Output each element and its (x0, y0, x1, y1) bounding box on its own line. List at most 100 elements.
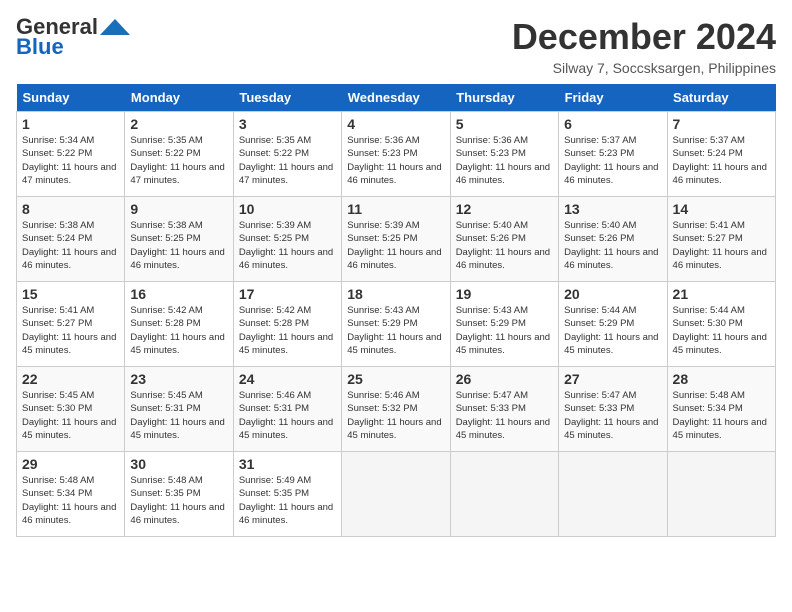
logo-blue: Blue (16, 36, 64, 58)
day-number: 6 (564, 116, 661, 132)
day-info: Sunrise: 5:48 AMSunset: 5:35 PMDaylight:… (130, 474, 227, 527)
calendar-cell: 15Sunrise: 5:41 AMSunset: 5:27 PMDayligh… (17, 282, 125, 367)
page-header: General Blue December 2024 Silway 7, Soc… (16, 16, 776, 76)
calendar-cell (667, 452, 775, 537)
calendar-cell: 19 Sunrise: 5:43 AMSunset: 5:29 PMDayligh… (450, 282, 558, 367)
calendar-cell: 11 Sunrise: 5:39 AMSunset: 5:25 PMDayligh… (342, 197, 450, 282)
day-number: 14 (673, 201, 770, 217)
day-info: Sunrise: 5:39 AMSunset: 5:25 PMDaylight:… (239, 219, 336, 272)
weekday-header-sunday: Sunday (17, 84, 125, 112)
logo: General Blue (16, 16, 130, 58)
logo-icon (100, 17, 130, 37)
day-number: 31 (239, 456, 336, 472)
calendar-cell: 28Sunrise: 5:48 AMSunset: 5:34 PMDayligh… (667, 367, 775, 452)
day-info: Sunrise: 5:48 AMSunset: 5:34 PMDaylight:… (22, 474, 119, 527)
month-title: December 2024 (512, 16, 776, 58)
calendar-cell (559, 452, 667, 537)
title-area: December 2024 Silway 7, Soccsksargen, Ph… (512, 16, 776, 76)
calendar-cell: 7 Sunrise: 5:37 AMSunset: 5:24 PMDaylight… (667, 112, 775, 197)
day-info: Sunrise: 5:38 AMSunset: 5:25 PMDaylight:… (130, 219, 227, 272)
day-info: Sunrise: 5:49 AMSunset: 5:35 PMDaylight:… (239, 474, 336, 527)
day-number: 2 (130, 116, 227, 132)
day-info: Sunrise: 5:36 AMSunset: 5:23 PMDaylight:… (456, 134, 553, 187)
calendar-cell: 16Sunrise: 5:42 AMSunset: 5:28 PMDayligh… (125, 282, 233, 367)
calendar-cell: 12 Sunrise: 5:40 AMSunset: 5:26 PMDayligh… (450, 197, 558, 282)
calendar-cell: 10 Sunrise: 5:39 AMSunset: 5:25 PMDayligh… (233, 197, 341, 282)
calendar-cell: 27 Sunrise: 5:47 AMSunset: 5:33 PMDayligh… (559, 367, 667, 452)
day-number: 22 (22, 371, 119, 387)
day-number: 3 (239, 116, 336, 132)
calendar-cell: 4 Sunrise: 5:36 AMSunset: 5:23 PMDaylight… (342, 112, 450, 197)
calendar-cell (450, 452, 558, 537)
day-number: 19 (456, 286, 553, 302)
day-info: Sunrise: 5:42 AMSunset: 5:28 PMDaylight:… (239, 304, 336, 357)
day-number: 20 (564, 286, 661, 302)
weekday-header-friday: Friday (559, 84, 667, 112)
calendar-cell (342, 452, 450, 537)
calendar-week-row: 15Sunrise: 5:41 AMSunset: 5:27 PMDayligh… (17, 282, 776, 367)
calendar-cell: 6 Sunrise: 5:37 AMSunset: 5:23 PMDaylight… (559, 112, 667, 197)
day-number: 8 (22, 201, 119, 217)
location: Silway 7, Soccsksargen, Philippines (512, 60, 776, 76)
calendar-cell: 31 Sunrise: 5:49 AMSunset: 5:35 PMDayligh… (233, 452, 341, 537)
calendar-table: SundayMondayTuesdayWednesdayThursdayFrid… (16, 84, 776, 537)
day-number: 18 (347, 286, 444, 302)
day-info: Sunrise: 5:45 AMSunset: 5:30 PMDaylight:… (22, 389, 119, 442)
day-number: 17 (239, 286, 336, 302)
day-number: 4 (347, 116, 444, 132)
calendar-cell: 24 Sunrise: 5:46 AMSunset: 5:31 PMDayligh… (233, 367, 341, 452)
calendar-cell: 26 Sunrise: 5:47 AMSunset: 5:33 PMDayligh… (450, 367, 558, 452)
day-info: Sunrise: 5:34 AMSunset: 5:22 PMDaylight:… (22, 134, 119, 187)
calendar-week-row: 1Sunrise: 5:34 AMSunset: 5:22 PMDaylight… (17, 112, 776, 197)
calendar-cell: 20Sunrise: 5:44 AMSunset: 5:29 PMDayligh… (559, 282, 667, 367)
day-number: 28 (673, 371, 770, 387)
weekday-header-wednesday: Wednesday (342, 84, 450, 112)
calendar-week-row: 22 Sunrise: 5:45 AMSunset: 5:30 PMDayligh… (17, 367, 776, 452)
calendar-cell: 30 Sunrise: 5:48 AMSunset: 5:35 PMDayligh… (125, 452, 233, 537)
day-info: Sunrise: 5:40 AMSunset: 5:26 PMDaylight:… (456, 219, 553, 272)
calendar-cell: 25Sunrise: 5:46 AMSunset: 5:32 PMDayligh… (342, 367, 450, 452)
day-info: Sunrise: 5:37 AMSunset: 5:23 PMDaylight:… (564, 134, 661, 187)
day-number: 24 (239, 371, 336, 387)
day-number: 27 (564, 371, 661, 387)
calendar-cell: 9Sunrise: 5:38 AMSunset: 5:25 PMDaylight… (125, 197, 233, 282)
day-number: 21 (673, 286, 770, 302)
calendar-cell: 3 Sunrise: 5:35 AMSunset: 5:22 PMDaylight… (233, 112, 341, 197)
day-info: Sunrise: 5:47 AMSunset: 5:33 PMDaylight:… (564, 389, 661, 442)
day-info: Sunrise: 5:44 AMSunset: 5:30 PMDaylight:… (673, 304, 770, 357)
calendar-cell: 13 Sunrise: 5:40 AMSunset: 5:26 PMDayligh… (559, 197, 667, 282)
weekday-header-monday: Monday (125, 84, 233, 112)
weekday-header-thursday: Thursday (450, 84, 558, 112)
day-info: Sunrise: 5:35 AMSunset: 5:22 PMDaylight:… (239, 134, 336, 187)
day-info: Sunrise: 5:36 AMSunset: 5:23 PMDaylight:… (347, 134, 444, 187)
weekday-header-saturday: Saturday (667, 84, 775, 112)
calendar-cell: 18 Sunrise: 5:43 AMSunset: 5:29 PMDayligh… (342, 282, 450, 367)
day-number: 7 (673, 116, 770, 132)
day-info: Sunrise: 5:41 AMSunset: 5:27 PMDaylight:… (673, 219, 770, 272)
day-number: 12 (456, 201, 553, 217)
day-info: Sunrise: 5:46 AMSunset: 5:31 PMDaylight:… (239, 389, 336, 442)
day-info: Sunrise: 5:43 AMSunset: 5:29 PMDaylight:… (456, 304, 553, 357)
day-info: Sunrise: 5:37 AMSunset: 5:24 PMDaylight:… (673, 134, 770, 187)
weekday-header-tuesday: Tuesday (233, 84, 341, 112)
calendar-week-row: 8Sunrise: 5:38 AMSunset: 5:24 PMDaylight… (17, 197, 776, 282)
calendar-cell: 5Sunrise: 5:36 AMSunset: 5:23 PMDaylight… (450, 112, 558, 197)
day-number: 30 (130, 456, 227, 472)
day-number: 29 (22, 456, 119, 472)
calendar-cell: 17 Sunrise: 5:42 AMSunset: 5:28 PMDayligh… (233, 282, 341, 367)
day-info: Sunrise: 5:43 AMSunset: 5:29 PMDaylight:… (347, 304, 444, 357)
day-info: Sunrise: 5:40 AMSunset: 5:26 PMDaylight:… (564, 219, 661, 272)
day-number: 10 (239, 201, 336, 217)
day-info: Sunrise: 5:35 AMSunset: 5:22 PMDaylight:… (130, 134, 227, 187)
day-number: 11 (347, 201, 444, 217)
calendar-cell: 21 Sunrise: 5:44 AMSunset: 5:30 PMDayligh… (667, 282, 775, 367)
day-number: 13 (564, 201, 661, 217)
day-info: Sunrise: 5:39 AMSunset: 5:25 PMDaylight:… (347, 219, 444, 272)
day-number: 16 (130, 286, 227, 302)
calendar-cell: 14 Sunrise: 5:41 AMSunset: 5:27 PMDayligh… (667, 197, 775, 282)
day-info: Sunrise: 5:47 AMSunset: 5:33 PMDaylight:… (456, 389, 553, 442)
day-number: 25 (347, 371, 444, 387)
calendar-cell: 29 Sunrise: 5:48 AMSunset: 5:34 PMDayligh… (17, 452, 125, 537)
day-number: 26 (456, 371, 553, 387)
weekday-header-row: SundayMondayTuesdayWednesdayThursdayFrid… (17, 84, 776, 112)
